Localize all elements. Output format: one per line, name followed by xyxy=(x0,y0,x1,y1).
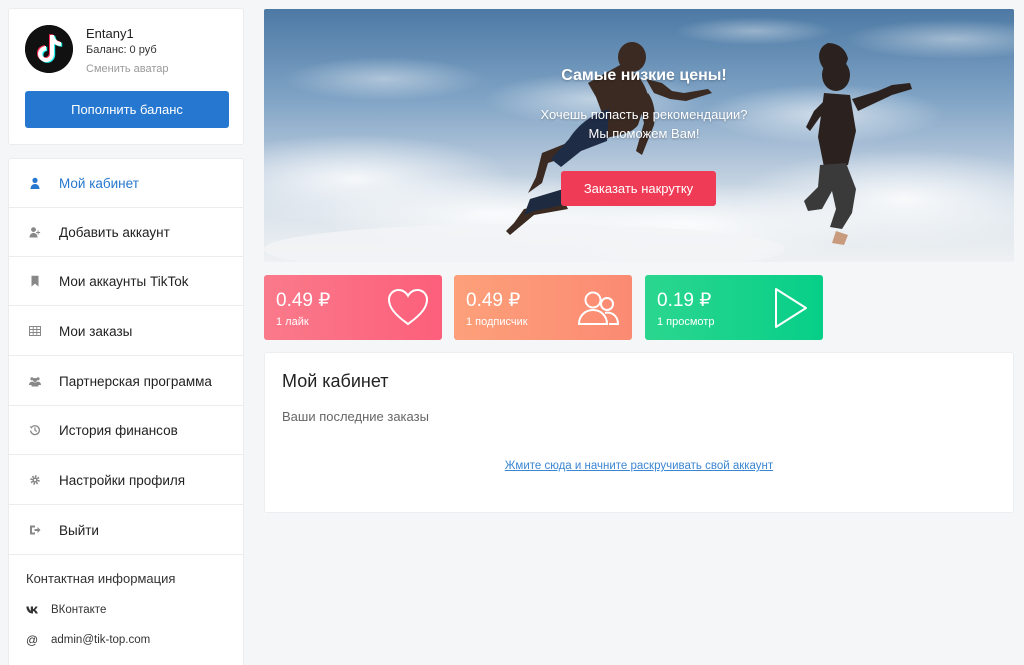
avatar[interactable] xyxy=(25,25,73,73)
page-title: Мой кабинет xyxy=(282,371,389,391)
at-icon: @ xyxy=(26,633,39,647)
sidebar-item-label: Настройки профиля xyxy=(59,472,186,488)
contact-label: ВКонтакте xyxy=(51,604,107,616)
sidebar-item-profile-settings[interactable]: Настройки профиля xyxy=(9,456,243,505)
sidebar-item-label: Мой кабинет xyxy=(59,175,139,191)
add-user-icon xyxy=(9,226,59,238)
history-icon xyxy=(9,424,59,436)
sidebar-item-label: Мои аккаунты TikTok xyxy=(59,273,189,289)
price-value: 0.49 ₽ xyxy=(466,290,521,311)
users-icon xyxy=(577,291,620,325)
sidebar-item-my-orders[interactable]: Мои заказы xyxy=(9,307,243,356)
sidebar-item-finance-history[interactable]: История финансов xyxy=(9,406,243,455)
contact-vk-link[interactable]: ВКонтакте xyxy=(26,602,106,618)
sidebar-item-label: Выйти xyxy=(59,522,99,538)
sidebar-item-logout[interactable]: Выйти xyxy=(9,506,243,555)
banner-subtitle: Хочешь попасть в рекомендации? Мы поможе… xyxy=(264,105,1014,143)
promo-banner: Самые низкие цены! Хочешь попасть в реко… xyxy=(264,9,1014,262)
contact-label: admin@tik-top.com xyxy=(51,634,151,646)
price-label: 1 подписчик xyxy=(466,316,528,328)
sidebar-item-my-accounts[interactable]: Мои аккаунты TikTok xyxy=(9,257,243,306)
table-icon xyxy=(9,325,59,337)
sidebar-nav: Мой кабинет Добавить аккаунт Мои аккаунт… xyxy=(8,158,244,665)
price-value: 0.19 ₽ xyxy=(657,290,712,311)
gear-icon xyxy=(9,474,59,486)
price-value: 0.49 ₽ xyxy=(276,290,331,311)
group-icon xyxy=(9,375,59,387)
banner-subtitle-line-1: Хочешь попасть в рекомендации? xyxy=(540,107,748,122)
sidebar-item-my-cabinet[interactable]: Мой кабинет xyxy=(9,159,243,208)
play-icon xyxy=(775,288,807,328)
logout-icon xyxy=(9,524,59,536)
sidebar-item-label: Мои заказы xyxy=(59,323,133,339)
banner-subtitle-line-2: Мы поможем Вам! xyxy=(588,126,700,141)
profile-card: Entany1 Баланс: 0 руб Сменить аватар Поп… xyxy=(8,8,244,145)
user-icon xyxy=(9,177,59,189)
username: Entany1 xyxy=(86,26,134,41)
vk-icon xyxy=(26,605,51,615)
contact-email-link[interactable]: @ admin@tik-top.com xyxy=(26,632,150,648)
sidebar-item-label: Партнерская программа xyxy=(59,373,212,389)
price-card-likes: 0.49 ₽ 1 лайк xyxy=(264,275,442,340)
order-boost-button[interactable]: Заказать накрутку xyxy=(561,171,716,206)
sidebar-item-label: Добавить аккаунт xyxy=(59,224,170,240)
sidebar-item-label: История финансов xyxy=(59,422,178,438)
sidebar-item-partner-program[interactable]: Партнерская программа xyxy=(9,357,243,406)
bookmark-icon xyxy=(9,275,59,287)
price-card-subscribers: 0.49 ₽ 1 подписчик xyxy=(454,275,632,340)
sidebar-item-add-account[interactable]: Добавить аккаунт xyxy=(9,208,243,257)
banner-title: Самые низкие цены! xyxy=(561,67,727,84)
cabinet-panel: Мой кабинет Ваши последние заказы Жмите … xyxy=(264,352,1014,513)
balance-text: Баланс: 0 руб xyxy=(86,44,157,56)
price-label: 1 лайк xyxy=(276,316,309,328)
price-card-views: 0.19 ₽ 1 просмотр xyxy=(645,275,823,340)
price-label: 1 просмотр xyxy=(657,316,715,328)
start-promotion-link[interactable]: Жмите сюда и начните раскручивать свой а… xyxy=(265,460,1013,472)
topup-balance-button[interactable]: Пополнить баланс xyxy=(25,91,229,128)
tiktok-logo-icon xyxy=(25,25,73,73)
contacts-title: Контактная информация xyxy=(26,571,176,586)
heart-icon xyxy=(387,288,429,326)
change-avatar-link[interactable]: Сменить аватар xyxy=(86,63,169,75)
recent-orders-heading: Ваши последние заказы xyxy=(282,409,429,424)
